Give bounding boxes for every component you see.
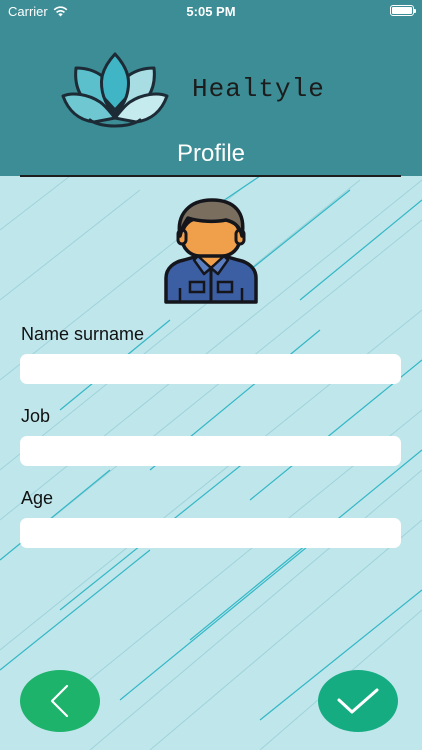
user-avatar-icon xyxy=(164,198,258,304)
title-divider xyxy=(20,175,401,177)
confirm-button[interactable] xyxy=(318,670,398,732)
chevron-left-icon xyxy=(50,684,69,718)
checkmark-icon xyxy=(337,688,379,714)
name-surname-label: Name surname xyxy=(21,324,145,344)
age-input[interactable] xyxy=(20,518,401,548)
battery-icon xyxy=(390,5,416,16)
status-bar: Carrier 5:05 PM xyxy=(0,0,422,22)
age-label: Age xyxy=(21,488,54,508)
lotus-icon xyxy=(61,52,169,128)
job-input[interactable] xyxy=(20,436,401,466)
name-surname-input[interactable] xyxy=(20,354,401,384)
back-button[interactable] xyxy=(20,670,100,732)
job-label: Job xyxy=(21,406,51,426)
status-time: 5:05 PM xyxy=(186,4,236,19)
page-title: Profile xyxy=(176,140,246,167)
app-brand-name: Healtyle xyxy=(192,74,325,104)
